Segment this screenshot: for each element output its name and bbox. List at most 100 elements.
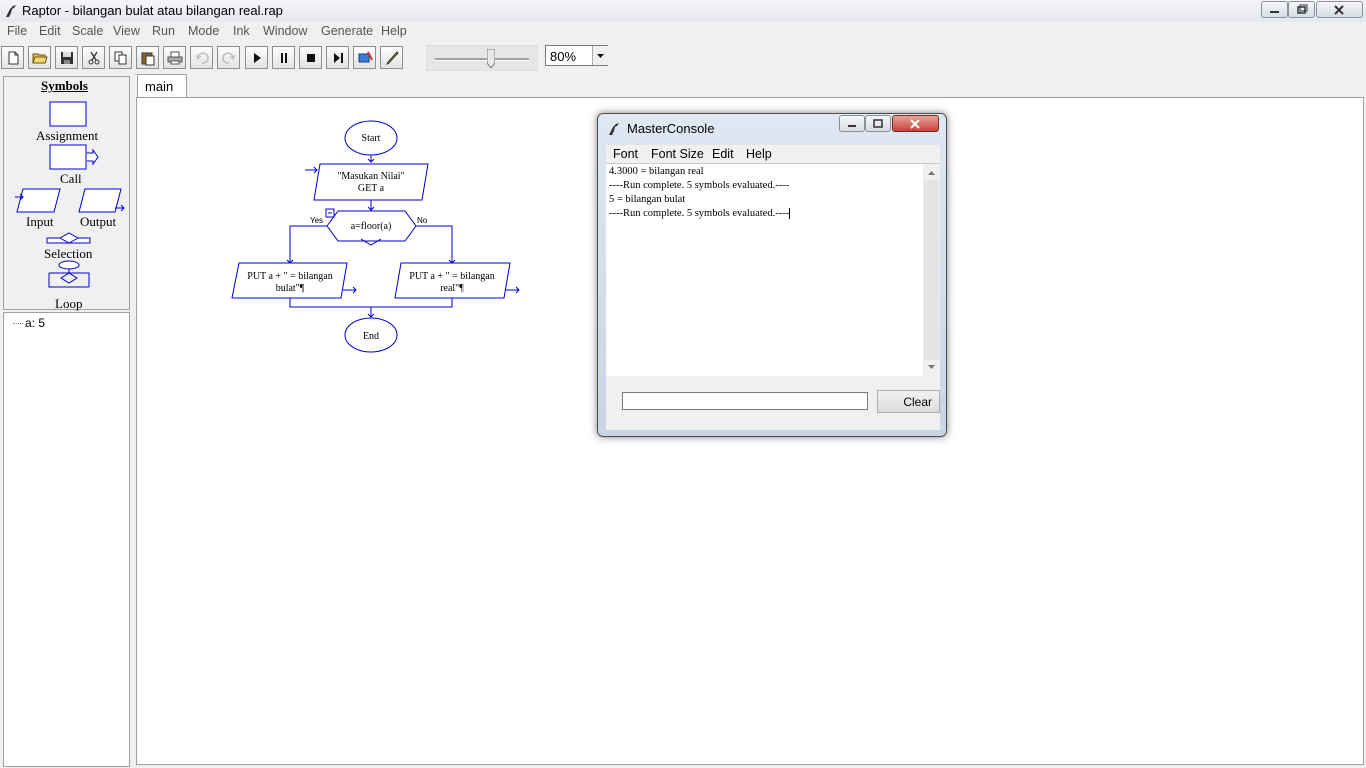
loop-label: Loop	[55, 296, 83, 311]
loop-symbol[interactable]	[46, 260, 94, 294]
menu-generate[interactable]: Generate	[321, 24, 373, 38]
scroll-thumb[interactable]	[924, 180, 939, 360]
slider-track	[435, 58, 529, 61]
run-button[interactable]	[245, 46, 268, 69]
console-scrollbar[interactable]	[923, 164, 940, 376]
text-cursor	[789, 208, 791, 220]
console-output[interactable]: 4.3000 = bilangan real ----Run complete.…	[606, 164, 923, 376]
pause-icon	[281, 53, 287, 63]
console-input[interactable]	[622, 392, 868, 410]
input-symbol[interactable]	[14, 187, 64, 217]
console-input-area: Clear	[606, 376, 940, 430]
yes-label: Yes	[310, 216, 323, 225]
minimize-button[interactable]	[1261, 1, 1288, 18]
zoom-dropdown-button[interactable]	[592, 46, 608, 65]
symbol-palette: Symbols Assignment Call Input Output Sel…	[3, 76, 130, 311]
output-no-text-2: real"¶	[440, 283, 464, 294]
open-button[interactable]	[28, 46, 51, 69]
console-close-button[interactable]	[892, 115, 939, 132]
selection-symbol[interactable]	[46, 232, 94, 246]
master-console-window[interactable]: MasterConsole Font Font Size Edit Help 4…	[597, 113, 947, 437]
watch-variable-a[interactable]: a: 5	[25, 316, 45, 330]
minimize-icon	[848, 125, 856, 127]
watch-tree-line	[13, 323, 23, 324]
console-menu-font[interactable]: Font	[613, 147, 638, 161]
play-icon	[254, 53, 261, 63]
console-restore-button[interactable]	[865, 115, 891, 132]
cut-icon	[88, 51, 100, 65]
clear-button[interactable]: Clear	[877, 390, 940, 413]
pen-button[interactable]	[380, 46, 403, 69]
ink-button[interactable]	[353, 46, 376, 69]
scroll-up-icon[interactable]	[923, 166, 940, 180]
step-button[interactable]	[326, 46, 349, 69]
menu-run[interactable]: Run	[152, 24, 175, 38]
input-arrow-indicator	[305, 166, 318, 174]
copy-button[interactable]	[109, 46, 132, 69]
tab-main[interactable]: main	[137, 74, 187, 98]
ink-icon	[358, 51, 373, 63]
console-menu-font-size[interactable]: Font Size	[651, 147, 704, 161]
input-prompt-text: "Masukan Nilai"	[337, 171, 404, 182]
print-button[interactable]	[163, 46, 186, 69]
console-menu-help[interactable]: Help	[746, 147, 772, 161]
save-button[interactable]	[55, 46, 78, 69]
console-line: ----Run complete. 5 symbols evaluated.--…	[609, 208, 791, 220]
open-icon	[32, 53, 48, 64]
palette-title: Symbols	[41, 78, 88, 93]
menu-edit[interactable]: Edit	[39, 24, 61, 38]
slider-thumb[interactable]	[486, 48, 496, 69]
menu-window[interactable]: Window	[263, 24, 307, 38]
output-yes-arrow	[343, 286, 357, 294]
undo-icon	[195, 52, 209, 64]
output-yes-text-1: PUT a + " = bilangan	[247, 271, 332, 282]
zoom-value: 80%	[550, 49, 577, 64]
call-symbol[interactable]	[49, 144, 101, 172]
close-button[interactable]	[1316, 1, 1363, 18]
menu-mode[interactable]: Mode	[188, 24, 219, 38]
window-titlebar: Raptor - bilangan bulat atau bilangan re…	[0, 0, 1366, 22]
input-get-text: GET a	[358, 183, 385, 194]
step-icon	[334, 53, 343, 63]
pause-button[interactable]	[272, 46, 295, 69]
zoom-select[interactable]: 80%	[545, 45, 608, 66]
cut-button[interactable]	[82, 46, 105, 69]
redo-button[interactable]	[217, 46, 240, 69]
undo-button[interactable]	[190, 46, 213, 69]
menu-file[interactable]: File	[7, 24, 27, 38]
output-label: Output	[80, 214, 117, 229]
output-no-arrow	[506, 286, 520, 294]
console-minimize-button[interactable]	[839, 115, 865, 132]
menu-view[interactable]: View	[113, 24, 140, 38]
menu-help[interactable]: Help	[381, 24, 407, 38]
console-line: 5 = bilangan bulat	[609, 194, 686, 205]
new-button[interactable]	[1, 46, 24, 69]
raptor-app-icon	[6, 5, 16, 17]
start-text: Start	[362, 133, 381, 144]
no-branch-line	[416, 225, 456, 264]
new-icon	[8, 51, 19, 65]
menu-ink[interactable]: Ink	[233, 24, 250, 38]
stop-button[interactable]	[299, 46, 322, 69]
assignment-symbol[interactable]	[49, 101, 89, 129]
console-title: MasterConsole	[627, 121, 715, 136]
paste-button[interactable]	[136, 46, 159, 69]
condition-text: a=floor(a)	[351, 221, 392, 232]
restore-button[interactable]	[1288, 1, 1315, 18]
input-label: Input	[26, 214, 54, 229]
menu-scale[interactable]: Scale	[72, 24, 103, 38]
close-icon	[910, 119, 920, 129]
scroll-down-icon[interactable]	[923, 360, 940, 374]
close-icon	[1334, 5, 1344, 15]
speed-slider[interactable]	[426, 45, 538, 71]
call-label: Call	[60, 171, 82, 186]
minimize-icon	[1270, 11, 1279, 13]
stop-icon	[307, 54, 315, 62]
console-menubar: Font Font Size Edit Help	[606, 145, 940, 164]
input-symbol-shape[interactable]	[313, 163, 429, 201]
console-menu-edit[interactable]: Edit	[712, 147, 734, 161]
output-symbol[interactable]	[78, 187, 128, 217]
no-label: No	[417, 216, 428, 225]
assignment-label: Assignment	[36, 128, 99, 143]
redo-icon	[222, 52, 236, 64]
